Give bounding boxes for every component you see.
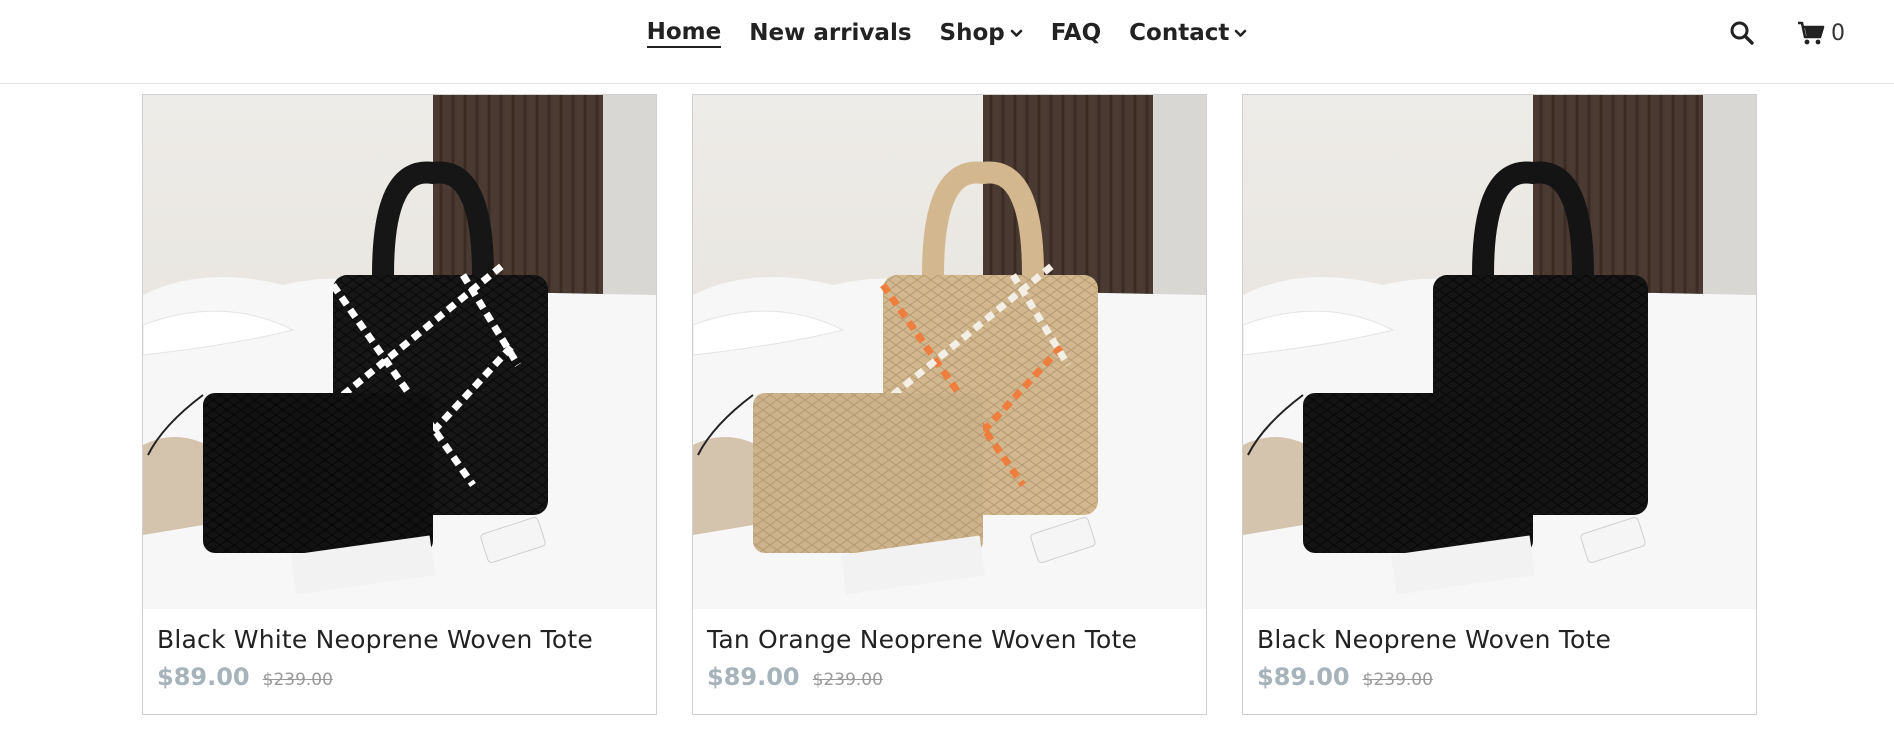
- nav-shop-label: Shop: [939, 20, 1005, 46]
- main-nav: Home New arrivals Shop FAQ Contact: [0, 18, 1894, 48]
- nav-new-arrivals-link[interactable]: New arrivals: [749, 18, 911, 48]
- price-row: $89.00 $239.00: [157, 663, 333, 691]
- product-title[interactable]: Black White Neoprene Woven Tote: [157, 625, 593, 654]
- site-header: Home New arrivals Shop FAQ Contact 0: [0, 0, 1894, 84]
- sale-price: $89.00: [157, 663, 250, 691]
- product-image[interactable]: [1243, 95, 1756, 609]
- cart-count: 0: [1831, 20, 1845, 46]
- sale-price: $89.00: [707, 663, 800, 691]
- product-title[interactable]: Tan Orange Neoprene Woven Tote: [707, 625, 1137, 654]
- nav-new-arrivals-label: New arrivals: [749, 20, 912, 46]
- bag-photo: [1243, 95, 1756, 609]
- bag-photo: [143, 95, 656, 609]
- product-image[interactable]: [693, 95, 1206, 609]
- compare-at-price: $239.00: [812, 670, 883, 690]
- product-card[interactable]: Tan Orange Neoprene Woven Tote $89.00 $2…: [692, 94, 1207, 715]
- search-icon[interactable]: [1729, 20, 1755, 46]
- cart-button[interactable]: 0: [1797, 18, 1845, 48]
- compare-at-price: $239.00: [262, 670, 333, 690]
- chevron-down-icon: [1010, 27, 1023, 40]
- bag-photo: [693, 95, 1206, 609]
- nav-faq-label: FAQ: [1050, 20, 1102, 46]
- compare-at-price: $239.00: [1362, 670, 1433, 690]
- nav-home-link[interactable]: Home: [646, 18, 722, 48]
- price-row: $89.00 $239.00: [1257, 663, 1433, 691]
- nav-contact-dropdown[interactable]: Contact: [1129, 18, 1247, 48]
- product-card[interactable]: Black Neoprene Woven Tote $89.00 $239.00: [1242, 94, 1757, 715]
- product-title[interactable]: Black Neoprene Woven Tote: [1257, 625, 1611, 654]
- nav-home-label: Home: [646, 19, 722, 48]
- chevron-down-icon: [1234, 27, 1247, 40]
- nav-contact-label: Contact: [1129, 20, 1230, 46]
- nav-shop-dropdown[interactable]: Shop: [940, 18, 1023, 48]
- sale-price: $89.00: [1257, 663, 1350, 691]
- shopping-cart-icon: [1797, 20, 1825, 46]
- product-card[interactable]: Black White Neoprene Woven Tote $89.00 $…: [142, 94, 657, 715]
- nav-faq-link[interactable]: FAQ: [1051, 18, 1101, 48]
- product-grid: Black White Neoprene Woven Tote $89.00 $…: [142, 94, 1758, 715]
- price-row: $89.00 $239.00: [707, 663, 883, 691]
- product-image[interactable]: [143, 95, 656, 609]
